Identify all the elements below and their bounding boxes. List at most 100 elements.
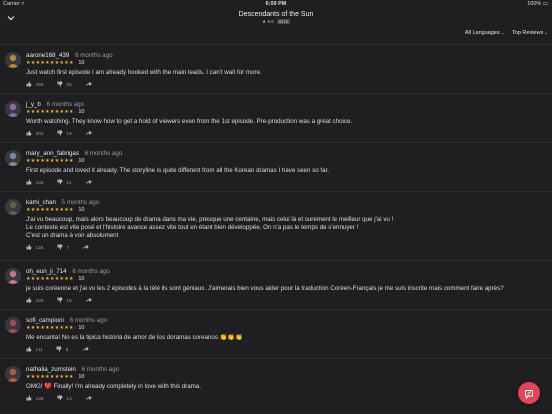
language-filter-label: All Languages (464, 30, 500, 36)
review-item: j_y_b 6 months ago ★★★★★★★★★★ 10 Worth w… (0, 93, 552, 142)
avatar[interactable] (5, 317, 21, 333)
like-button[interactable]: 184 (26, 179, 44, 186)
like-count: 184 (35, 181, 44, 186)
username[interactable]: sofi_campioni (26, 317, 64, 324)
sort-filter-label: Top Reviews (512, 30, 544, 36)
like-button[interactable]: 111 (26, 346, 43, 353)
review-actions: 304 19 (26, 130, 106, 137)
avatar[interactable] (5, 150, 21, 166)
review-rating: ★★★★★★★★★★ 10 (26, 158, 84, 164)
compose-review-button[interactable] (518, 382, 540, 404)
share-button[interactable] (82, 346, 91, 353)
dislike-button[interactable]: 25 (57, 81, 72, 88)
language-filter[interactable]: All Languages⌄ (465, 30, 505, 36)
share-icon (85, 179, 92, 186)
thumbs-down-icon (57, 395, 65, 402)
avatar[interactable] (5, 52, 21, 68)
thumbs-up-icon (26, 130, 34, 137)
username[interactable]: nathalia_zumstein (26, 366, 76, 373)
thumbs-down-icon (57, 297, 65, 304)
thumbs-up-icon (26, 346, 34, 353)
like-count: 111 (35, 348, 43, 353)
username[interactable]: kami_chan (26, 199, 56, 206)
like-button[interactable]: 466 (26, 81, 44, 88)
review-rating: ★★★★★★★★★★ 10 (26, 374, 84, 380)
clock: 6:09 PM (265, 1, 287, 7)
sort-filter[interactable]: Top Reviews⌄ (512, 30, 548, 36)
share-button[interactable] (85, 395, 94, 402)
avatar[interactable] (5, 366, 21, 382)
review-text-line: OMG! ❤️ Finally! I'm already completely … (26, 383, 201, 390)
dislike-button[interactable]: 15 (57, 297, 72, 304)
dislike-count: 13 (66, 397, 72, 402)
avatar[interactable] (5, 199, 21, 215)
review-actions: 198 13 (26, 395, 106, 402)
share-button[interactable] (85, 297, 94, 304)
share-icon (82, 244, 90, 251)
nav-bar: Descendants of the Sun ★ 9.8 8174 (0, 9, 552, 27)
share-icon (82, 346, 89, 353)
star-rating-icons: ★★★★★★★★★★ (26, 109, 74, 115)
username[interactable]: j_y_b (26, 101, 41, 108)
like-count: 304 (35, 132, 44, 137)
thumbs-up-icon (26, 297, 34, 304)
share-button[interactable] (85, 179, 94, 186)
review-item: oh_eun_ji_714 6 months ago ★★★★★★★★★★ 10… (0, 260, 552, 309)
share-icon (85, 130, 92, 137)
share-button[interactable] (85, 81, 94, 88)
like-button[interactable]: 225 (26, 297, 44, 304)
chevron-down-icon: ⌄ (544, 30, 548, 35)
dislike-count: 15 (66, 299, 72, 304)
dislike-count: 11 (66, 181, 72, 186)
review-time: 5 months ago (61, 199, 100, 206)
rating-value: 10 (78, 207, 85, 213)
star-rating-icons: ★★★★★★★★★★ (26, 276, 74, 282)
filter-bar: All Languages⌄ Top Reviews⌄ (459, 30, 548, 40)
star-rating-icons: ★★★★★★★★★★ (26, 325, 74, 331)
thumbs-down-icon (57, 244, 65, 251)
status-bar: Carrier ▿ 6:09 PM 100% ▭ (0, 0, 552, 9)
review-rating: ★★★★★★★★★★ 10 (26, 60, 84, 66)
rating-value: 10 (78, 158, 85, 164)
review-item: aarone168_439 6 months ago ★★★★★★★★★★ 10… (0, 44, 552, 93)
username[interactable]: aarone168_439 (26, 52, 69, 59)
dislike-button[interactable]: 19 (57, 130, 72, 137)
thumbs-down-icon (56, 346, 64, 353)
review-rating: ★★★★★★★★★★ 10 (26, 109, 84, 115)
dislike-count: 19 (66, 132, 72, 137)
avatar[interactable] (5, 268, 21, 284)
review-item: sofi_campioni 6 months ago ★★★★★★★★★★ 10… (0, 309, 552, 358)
rating-value: 10 (78, 60, 85, 66)
thumbs-down-icon (57, 81, 65, 88)
dislike-button[interactable]: 6 (56, 346, 68, 353)
like-button[interactable]: 198 (26, 395, 44, 402)
share-button[interactable] (85, 130, 94, 137)
username[interactable]: oh_eun_ji_714 (26, 268, 67, 275)
like-count: 198 (35, 397, 44, 402)
review-text: Me encanta! No es la tipica historia de … (26, 334, 243, 342)
username[interactable]: mary_ann_fabrigas (26, 150, 79, 157)
compose-icon (525, 389, 533, 399)
review-text: OMG! ❤️ Finally! I'm already completely … (26, 383, 201, 391)
dislike-button[interactable]: 11 (57, 179, 72, 186)
review-text-line: Me encanta! No es la tipica historia de … (26, 334, 243, 341)
dislike-button[interactable]: 13 (57, 395, 72, 402)
like-button[interactable]: 125 (26, 244, 44, 251)
like-button[interactable]: 304 (26, 130, 44, 137)
rating-count-badge: 8174 (276, 19, 290, 24)
star-icon: ★ (262, 19, 267, 24)
star-rating-icons: ★★★★★★★★★★ (26, 374, 74, 380)
avatar[interactable] (5, 101, 21, 117)
review-header: nathalia_zumstein 6 months ago (26, 366, 119, 373)
review-text: Worth watching. They know how to get a h… (26, 118, 352, 126)
dislike-button[interactable]: 7 (57, 244, 69, 251)
dislike-count: 25 (66, 83, 72, 88)
review-text-line: Just watch first episode I am already ho… (26, 69, 262, 76)
share-button[interactable] (82, 244, 91, 251)
review-time: 6 months ago (46, 101, 85, 108)
rating-value: 10 (78, 276, 85, 282)
thumbs-up-icon (26, 244, 34, 251)
title-rating: ★ 9.8 8174 (0, 19, 552, 25)
review-text: First episode and loved it already. The … (26, 167, 329, 175)
review-item: nathalia_zumstein 6 months ago ★★★★★★★★★… (0, 358, 552, 407)
